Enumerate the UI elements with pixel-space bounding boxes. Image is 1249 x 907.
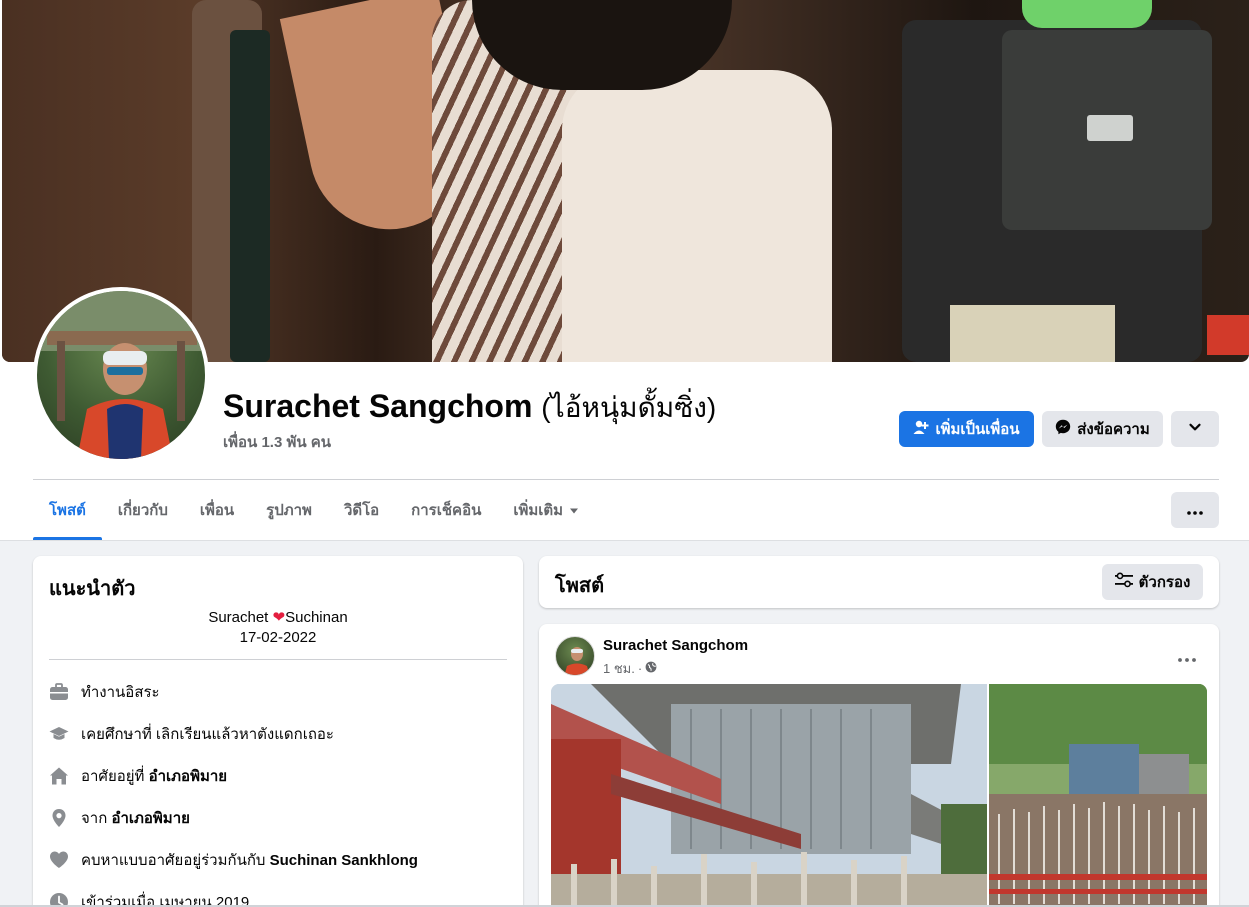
intro-lives-in-place[interactable]: อำเภอพิมาย (149, 768, 227, 785)
post-author-avatar[interactable] (555, 636, 595, 676)
tab-label: เพื่อน (199, 502, 235, 519)
add-friend-icon (913, 419, 929, 439)
profile-avatar[interactable] (33, 287, 209, 463)
filter-sliders-icon (1114, 572, 1133, 592)
bio-divider (49, 659, 507, 660)
post-options-button[interactable] (1169, 638, 1205, 674)
tab-videos[interactable]: วิดีโอ (328, 480, 395, 540)
message-button[interactable]: ส่งข้อความ (1042, 411, 1163, 447)
tab-posts[interactable]: โพสต์ (33, 480, 102, 540)
globe-icon (645, 661, 657, 676)
add-friend-button[interactable]: เพิ่มเป็นเพื่อน (899, 411, 1034, 447)
post-meta-separator: · (637, 661, 643, 676)
posts-header-card: โพสต์ ตัวกรอง (539, 556, 1219, 608)
profile-options-dropdown[interactable] (1171, 411, 1219, 447)
profile-name-text: Surachet Sangchom (223, 388, 533, 424)
intro-from-place[interactable]: อำเภอพิมาย (111, 810, 189, 827)
heart-icon (49, 850, 69, 870)
tab-about[interactable]: เกี่ยวกับ (102, 480, 184, 540)
tab-label: โพสต์ (49, 502, 86, 519)
intro-card: แนะนำตัว Surachet ❤Suchinan 17-02-2022 ท… (33, 556, 523, 907)
filter-button[interactable]: ตัวกรอง (1102, 564, 1203, 600)
intro-relationship: คบหาแบบอาศัยอยู่ร่วมกันกับ Suchinan Sank… (49, 848, 507, 872)
tab-options-button[interactable] (1171, 492, 1219, 528)
tab-label: รูปภาพ (266, 502, 312, 519)
post-card: Surachet Sangchom 1 ชม. · (539, 624, 1219, 907)
messenger-icon (1055, 419, 1071, 439)
intro-relationship-partner[interactable]: Suchinan Sankhlong (270, 852, 418, 869)
post-photo-1[interactable] (551, 684, 987, 907)
tab-friends[interactable]: เพื่อน (184, 480, 250, 540)
tab-more[interactable]: เพิ่มเติม (497, 480, 595, 540)
post-author-name[interactable]: Surachet Sangchom (603, 637, 748, 654)
post-meta: 1 ชม. · (603, 658, 657, 679)
tab-photos[interactable]: รูปภาพ (250, 480, 328, 540)
intro-from: จาก อำเภอพิมาย (49, 806, 507, 830)
caret-down-icon (569, 502, 579, 519)
more-horizontal-icon (1178, 646, 1196, 667)
location-pin-icon (49, 808, 69, 828)
chevron-down-icon (1188, 420, 1202, 438)
message-label: ส่งข้อความ (1077, 421, 1150, 438)
intro-title: แนะนำตัว (49, 578, 136, 600)
profile-alt-name: (ไอ้หนุ่มดั้มซิ่ง) (541, 392, 717, 423)
tab-label: การเช็คอิน (411, 502, 482, 519)
add-friend-label: เพิ่มเป็นเพื่อน (935, 421, 1020, 438)
tab-checkins[interactable]: การเช็คอิน (395, 480, 497, 540)
more-horizontal-icon (1187, 502, 1203, 519)
post-timestamp[interactable]: 1 ชม. (603, 658, 635, 679)
intro-lives-in-prefix: อาศัยอยู่ที่ (81, 768, 149, 785)
bio-date: 17-02-2022 (239, 629, 317, 646)
intro-relationship-text: คบหาแบบอาศัยอยู่ร่วมกันกับ Suchinan Sank… (81, 848, 418, 872)
bio-name-right: Suchinan (285, 609, 348, 626)
profile-tabs: โพสต์ เกี่ยวกับ เพื่อน รูปภาพ วิดีโอ การ… (33, 480, 595, 540)
intro-lives-in-text: อาศัยอยู่ที่ อำเภอพิมาย (81, 764, 227, 788)
intro-education: เคยศึกษาที่ เลิกเรียนแล้วหาตังแดกเถอะ (49, 722, 507, 746)
intro-work: ทำงานอิสระ (49, 680, 507, 704)
tab-label: เกี่ยวกับ (117, 502, 168, 519)
tab-label: เพิ่มเติม (513, 502, 564, 519)
intro-education-text: เคยศึกษาที่ เลิกเรียนแล้วหาตังแดกเถอะ (81, 726, 334, 743)
profile-name: Surachet Sangchom (ไอ้หนุ่มดั้มซิ่ง) (223, 386, 716, 430)
intro-work-text: ทำงานอิสระ (81, 684, 160, 701)
profile-header: Surachet Sangchom (ไอ้หนุ่มดั้มซิ่ง) เพื… (0, 0, 1249, 541)
heart-emoji-icon: ❤ (272, 609, 286, 626)
filter-label: ตัวกรอง (1138, 574, 1191, 591)
bio-line: Surachet ❤Suchinan (49, 608, 507, 628)
cover-photo[interactable] (2, 0, 1249, 362)
tab-label: วิดีโอ (343, 502, 380, 519)
friends-count[interactable]: เพื่อน 1.3 พัน คน (223, 430, 331, 454)
intro-lives-in: อาศัยอยู่ที่ อำเภอพิมาย (49, 764, 507, 788)
intro-from-prefix: จาก (81, 810, 112, 827)
home-icon (49, 766, 69, 786)
graduation-cap-icon (49, 724, 69, 744)
bio-name-left: Surachet (208, 609, 269, 626)
briefcase-icon (49, 682, 69, 702)
posts-title: โพสต์ (555, 575, 605, 597)
intro-from-text: จาก อำเภอพิมาย (81, 806, 190, 830)
post-photo-2[interactable] (989, 684, 1207, 907)
intro-bio: Surachet ❤Suchinan 17-02-2022 (49, 608, 507, 648)
intro-relationship-prefix: คบหาแบบอาศัยอยู่ร่วมกันกับ (81, 852, 270, 869)
